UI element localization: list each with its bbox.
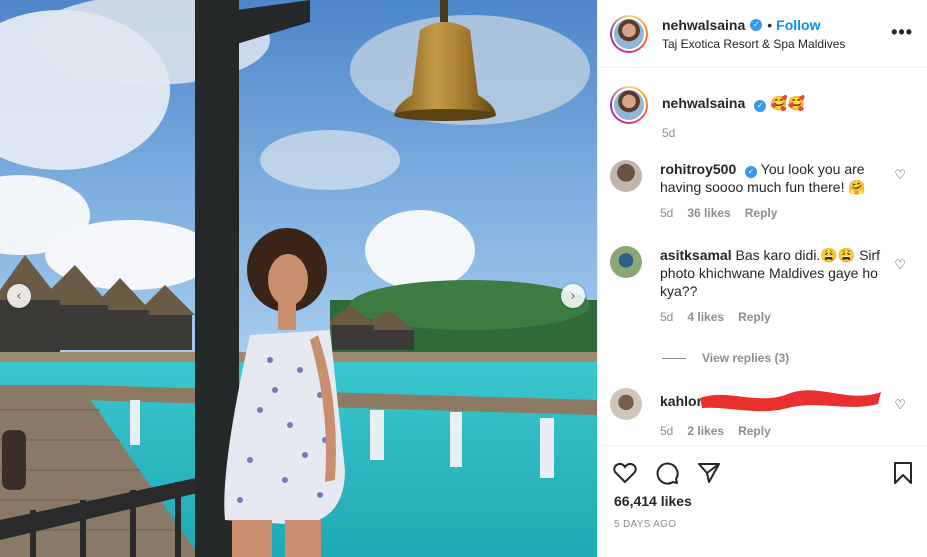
comment-item: asitksamal Bas karo didi.😩😩 Sirf photo k… xyxy=(610,246,885,324)
comment-age: 5d xyxy=(660,310,674,324)
comment-username[interactable]: rohitroy500 xyxy=(660,161,736,177)
post-actions: 66,414 likes 5 DAYS AGO xyxy=(598,445,927,557)
location-link[interactable]: Taj Exotica Resort & Spa Maldives xyxy=(662,37,845,51)
likes-count[interactable]: 66,414 likes xyxy=(614,493,692,509)
post-photo[interactable]: ‹ › xyxy=(0,0,597,557)
comment-likes[interactable]: 36 likes xyxy=(687,206,730,220)
author-avatar[interactable] xyxy=(610,14,648,53)
caption: nehwalsaina ✓ 🥰🥰 5d xyxy=(610,86,887,140)
carousel-prev-button[interactable]: ‹ xyxy=(7,284,31,308)
comment-age: 5d xyxy=(660,424,674,438)
comment-likes[interactable]: 2 likes xyxy=(687,424,724,438)
reply-button[interactable]: Reply xyxy=(745,206,778,220)
heart-icon[interactable] xyxy=(612,460,638,486)
share-icon[interactable] xyxy=(696,460,722,486)
view-replies-button[interactable]: View replies (3) xyxy=(662,351,789,365)
verified-badge-icon: ✓ xyxy=(745,166,758,178)
photo-illustration xyxy=(0,0,597,557)
comment-age: 5d xyxy=(660,206,674,220)
more-options-icon[interactable]: ••• xyxy=(891,22,913,43)
separator-dot: • xyxy=(767,16,773,33)
comment-icon[interactable] xyxy=(654,460,680,486)
commenter-avatar[interactable] xyxy=(610,160,642,192)
bookmark-icon[interactable] xyxy=(890,460,916,486)
post-header: nehwalsaina ✓ • Follow Taj Exotica Resor… xyxy=(598,0,927,68)
instagram-post-view: ‹ › nehwalsaina ✓ • Follow Taj Exotica R… xyxy=(0,0,927,557)
verified-badge-icon: ✓ xyxy=(754,100,767,112)
carousel-next-button[interactable]: › xyxy=(561,284,585,308)
commenter-avatar[interactable] xyxy=(610,388,642,420)
caption-text: 🥰🥰 xyxy=(770,95,805,111)
like-comment-heart-icon[interactable]: ♡ xyxy=(894,258,906,273)
caption-avatar[interactable] xyxy=(610,86,648,124)
verified-badge-icon: ✓ xyxy=(750,18,763,31)
caption-username[interactable]: nehwalsaina xyxy=(662,95,745,111)
replies-divider xyxy=(662,357,686,359)
comment-username[interactable]: asitksamal xyxy=(660,247,732,263)
view-replies-label[interactable]: View replies (3) xyxy=(702,351,789,365)
comment-item: rohitroy500 ✓ You look you are having so… xyxy=(610,160,885,220)
caption-age: 5d xyxy=(662,126,676,140)
post-date[interactable]: 5 DAYS AGO xyxy=(614,519,676,530)
commenter-avatar[interactable] xyxy=(610,246,642,278)
post-side-panel: nehwalsaina ✓ • Follow Taj Exotica Resor… xyxy=(597,0,927,557)
redaction-scribble xyxy=(700,390,881,412)
comment-likes[interactable]: 4 likes xyxy=(687,310,724,324)
follow-button[interactable]: Follow xyxy=(776,17,820,33)
reply-button[interactable]: Reply xyxy=(738,310,771,324)
author-username[interactable]: nehwalsaina xyxy=(662,17,745,33)
like-comment-heart-icon[interactable]: ♡ xyxy=(894,168,906,183)
like-comment-heart-icon[interactable]: ♡ xyxy=(894,398,906,413)
reply-button[interactable]: Reply xyxy=(738,424,771,438)
